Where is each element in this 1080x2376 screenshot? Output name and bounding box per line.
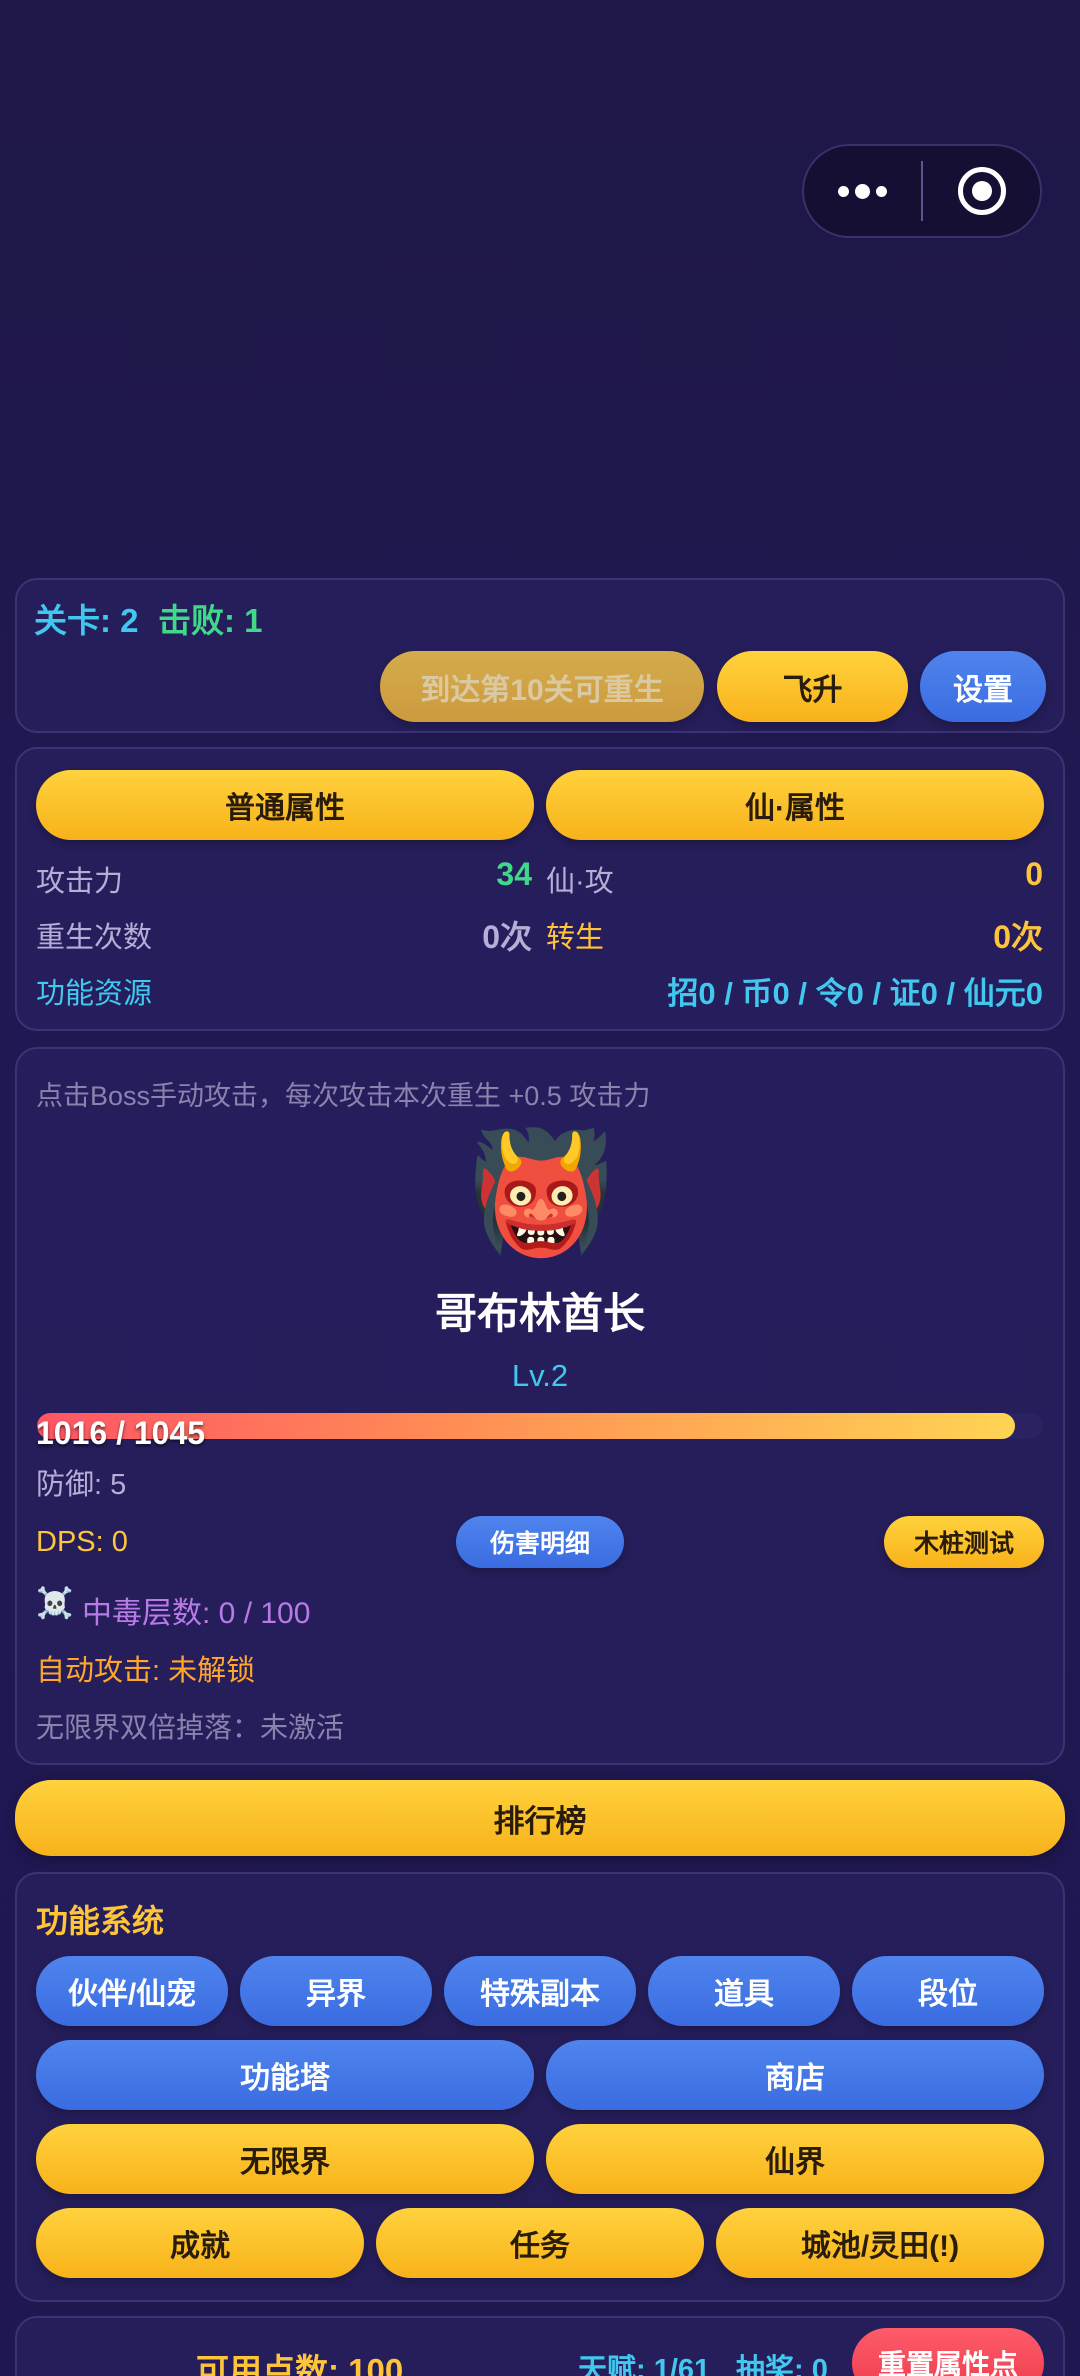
city-spirit-field-button[interactable]: 城池/灵田(!) [716, 2208, 1044, 2278]
tab-immortal-attributes[interactable]: 仙·属性 [546, 770, 1044, 840]
available-points: 可用点数: 100 [196, 2352, 404, 2376]
attack-value: 34 [496, 856, 532, 892]
rebirth-count-value: 0次 [482, 919, 532, 955]
close-miniprogram-button[interactable] [923, 146, 1040, 236]
double-drop-status: 无限界双倍掉落：未激活 [36, 1712, 345, 1743]
more-dots-icon [838, 183, 887, 199]
settings-button[interactable]: 设置 [920, 651, 1046, 722]
reincarnation-label: 转生 [546, 922, 605, 954]
lottery-count: 抽奖: 0 [736, 2354, 828, 2376]
talent-count: 天赋: 1/61 [578, 2354, 711, 2376]
rebirth-count-label: 重生次数 [36, 922, 153, 954]
immortal-realm-button[interactable]: 仙界 [546, 2124, 1044, 2194]
rank-tier-button[interactable]: 段位 [852, 1956, 1044, 2026]
tab-normal-attributes[interactable]: 普通属性 [36, 770, 534, 840]
dummy-test-button[interactable]: 木桩测试 [884, 1516, 1044, 1568]
leaderboard-button[interactable]: 排行榜 [15, 1780, 1065, 1856]
miniprogram-capsule [802, 144, 1042, 238]
stage-label: 关卡: 2 [34, 602, 139, 639]
systems-title: 功能系统 [36, 1903, 165, 1939]
poison-stacks: 中毒层数: 0 / 100 [82, 1597, 311, 1630]
rebirth-button[interactable]: 到达第10关可重生 [380, 651, 704, 722]
partner-pet-button[interactable]: 伙伴/仙宠 [36, 1956, 228, 2026]
auto-attack-status: 自动攻击: 未解锁 [36, 1655, 256, 1687]
resources-label: 功能资源 [36, 978, 153, 1010]
more-menu-button[interactable] [804, 146, 921, 236]
damage-detail-button[interactable]: 伤害明细 [456, 1516, 624, 1568]
xian-attack-label: 仙·攻 [546, 866, 614, 898]
resources-value: 招0 / 币0 / 令0 / 证0 / 仙元0 [667, 976, 1043, 1011]
shop-button[interactable]: 商店 [546, 2040, 1044, 2110]
reset-points-button[interactable]: 重置属性点 [852, 2328, 1044, 2376]
target-circle-icon [957, 167, 1006, 215]
boss-defense: 防御: 5 [36, 1469, 127, 1501]
game-screen: 关卡: 2 击败: 1 到达第10关可重生 飞升 设置 普通属性 仙·属性 攻击… [0, 0, 1080, 2376]
dps-value: DPS: 0 [36, 1526, 128, 1558]
special-dungeon-button[interactable]: 特殊副本 [444, 1956, 636, 2026]
attack-label: 攻击力 [36, 866, 124, 898]
function-tower-button[interactable]: 功能塔 [36, 2040, 534, 2110]
ascend-button[interactable]: 飞升 [717, 651, 908, 722]
xian-attack-value: 0 [1025, 856, 1043, 892]
infinite-realm-button[interactable]: 无限界 [36, 2124, 534, 2194]
boss-name: 哥布林酋长 [434, 1290, 645, 1337]
tasks-button[interactable]: 任务 [376, 2208, 704, 2278]
boss-hint: 点击Boss手动攻击，每次攻击本次重生 +0.5 攻击力 [36, 1081, 651, 1111]
boss-level: Lv.2 [511, 1358, 569, 1393]
boss-hp-text: 1016 / 1045 [36, 1415, 206, 1451]
otherworld-button[interactable]: 异界 [240, 1956, 432, 2026]
skull-crossbones-icon: ☠️ [36, 1587, 74, 1620]
items-button[interactable]: 道具 [648, 1956, 840, 2026]
achievements-button[interactable]: 成就 [36, 2208, 364, 2278]
boss-ogre-icon[interactable]: 👹 [466, 1118, 616, 1268]
defeat-count: 击败: 1 [158, 602, 263, 639]
reincarnation-value: 0次 [993, 919, 1043, 955]
